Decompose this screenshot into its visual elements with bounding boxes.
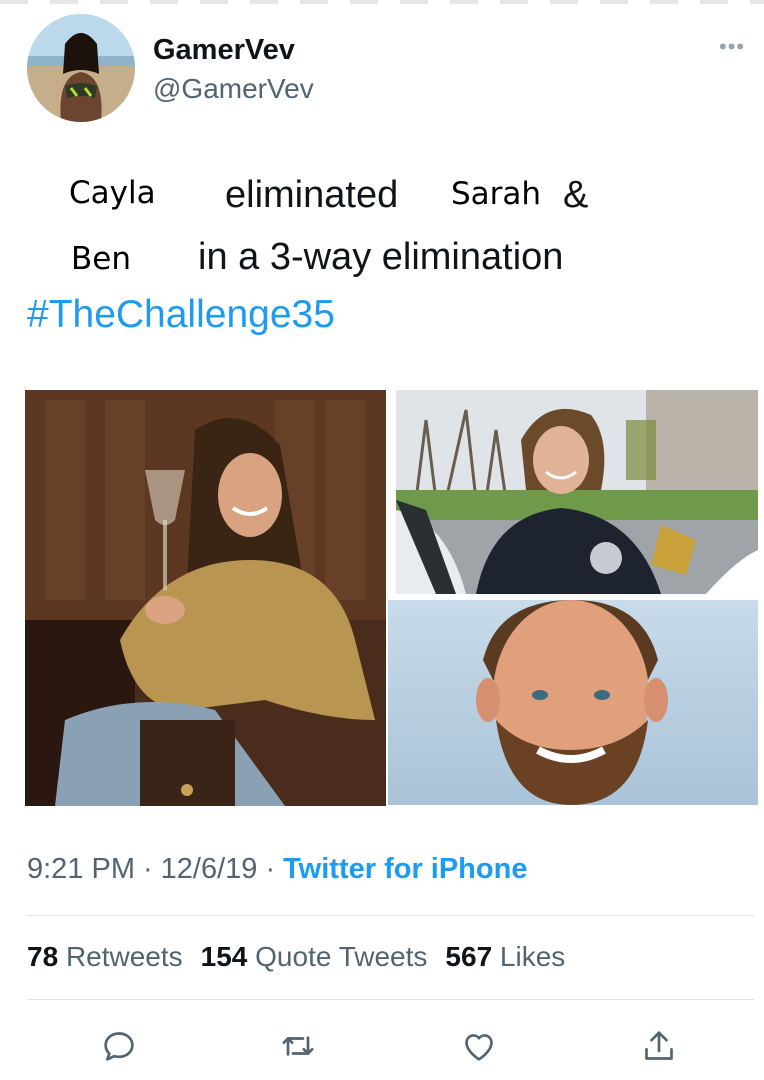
likes-count: 567 — [445, 941, 493, 972]
divider — [27, 915, 754, 916]
top-border-dashes — [0, 0, 764, 4]
overlay-name-cayla: Cayla — [69, 175, 156, 211]
meta-separator: · — [265, 853, 276, 885]
reply-icon[interactable] — [97, 1024, 141, 1068]
tweet-source-link[interactable]: Twitter for iPhone — [283, 853, 527, 885]
media-photo-sarah[interactable] — [396, 390, 758, 594]
retweets-label: Retweets — [65, 941, 183, 972]
hashtag-link[interactable]: #TheChallenge35 — [27, 293, 335, 337]
share-icon[interactable] — [637, 1024, 681, 1068]
quotes-stat[interactable]: 154 Quote Tweets — [201, 941, 428, 972]
likes-stat[interactable]: 567 Likes — [445, 941, 565, 972]
likes-label: Likes — [499, 941, 566, 972]
retweets-count: 78 — [27, 941, 59, 972]
avatar[interactable] — [27, 14, 135, 122]
media-photo-ben[interactable] — [388, 600, 758, 805]
ellipsis-icon[interactable]: ••• — [719, 34, 745, 60]
overlay-name-ben: Ben — [71, 241, 131, 277]
tweet-stats: 78 Retweets 154 Quote Tweets 567 Likes — [27, 941, 583, 973]
quotes-label: Quote Tweets — [255, 941, 428, 972]
overlay-name-sarah: Sarah — [451, 176, 542, 212]
tweet-text-eliminated: eliminated — [225, 174, 399, 216]
meta-separator: · — [143, 853, 153, 885]
tweet-text-ampersand: & — [563, 174, 589, 216]
author-display-name[interactable]: GamerVev — [153, 34, 295, 67]
media-photo-cayla[interactable] — [25, 390, 386, 806]
retweet-icon[interactable] — [276, 1024, 320, 1068]
tweet-date[interactable]: 12/6/19 — [161, 853, 258, 885]
quotes-count: 154 — [200, 941, 248, 972]
divider — [27, 999, 754, 1000]
tweet-time[interactable]: 9:21 PM — [27, 853, 135, 885]
author-handle[interactable]: @GamerVev — [153, 73, 314, 105]
like-icon[interactable] — [457, 1024, 501, 1068]
tweet-meta: 9:21 PM · 12/6/19 · Twitter for iPhone — [27, 853, 527, 886]
retweets-stat[interactable]: 78 Retweets — [27, 941, 183, 972]
avatar-photo — [27, 14, 135, 122]
tweet-text-line2: in a 3-way elimination — [198, 236, 564, 278]
